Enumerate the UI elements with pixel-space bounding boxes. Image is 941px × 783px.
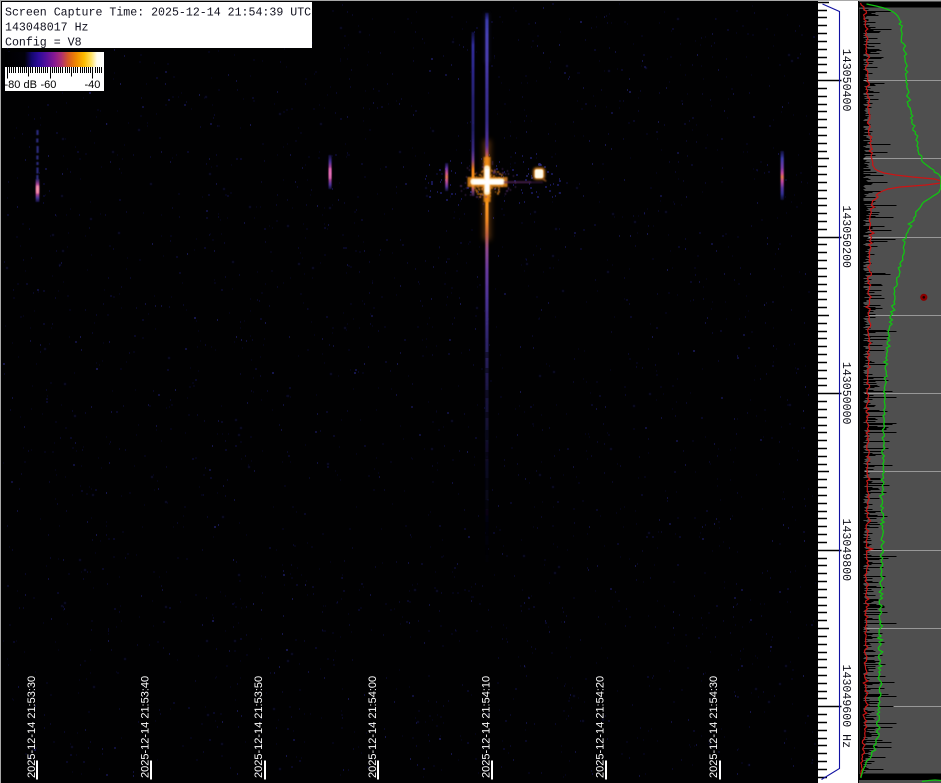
svg-text:Screen Capture Time: 2025-12-1: Screen Capture Time: 2025-12-14 21:54:39… [5, 7, 311, 20]
svg-text:Config = V8: Config = V8 [5, 37, 82, 50]
svg-text:143050200: 143050200 [839, 205, 852, 268]
svg-text:143049800: 143049800 [839, 518, 852, 581]
svg-text:2025-12-14 21:54:20: 2025-12-14 21:54:20 [594, 676, 606, 778]
svg-text:2025-12-14 21:53:40: 2025-12-14 21:53:40 [140, 676, 152, 778]
svg-text:2025-12-14 21:54:10: 2025-12-14 21:54:10 [481, 676, 493, 778]
svg-text:143048017 Hz: 143048017 Hz [5, 22, 89, 35]
svg-text:2025-12-14 21:53:50: 2025-12-14 21:53:50 [253, 676, 265, 778]
svg-text:-40: -40 [85, 79, 101, 91]
svg-text:-80 dB: -80 dB [5, 79, 37, 91]
svg-text:143049600 Hz: 143049600 Hz [839, 665, 852, 749]
svg-text:143050000: 143050000 [839, 362, 852, 425]
svg-text:143050400: 143050400 [839, 49, 852, 112]
svg-text:2025-12-14 21:54:30: 2025-12-14 21:54:30 [708, 676, 720, 778]
svg-text:-60: -60 [41, 79, 57, 91]
